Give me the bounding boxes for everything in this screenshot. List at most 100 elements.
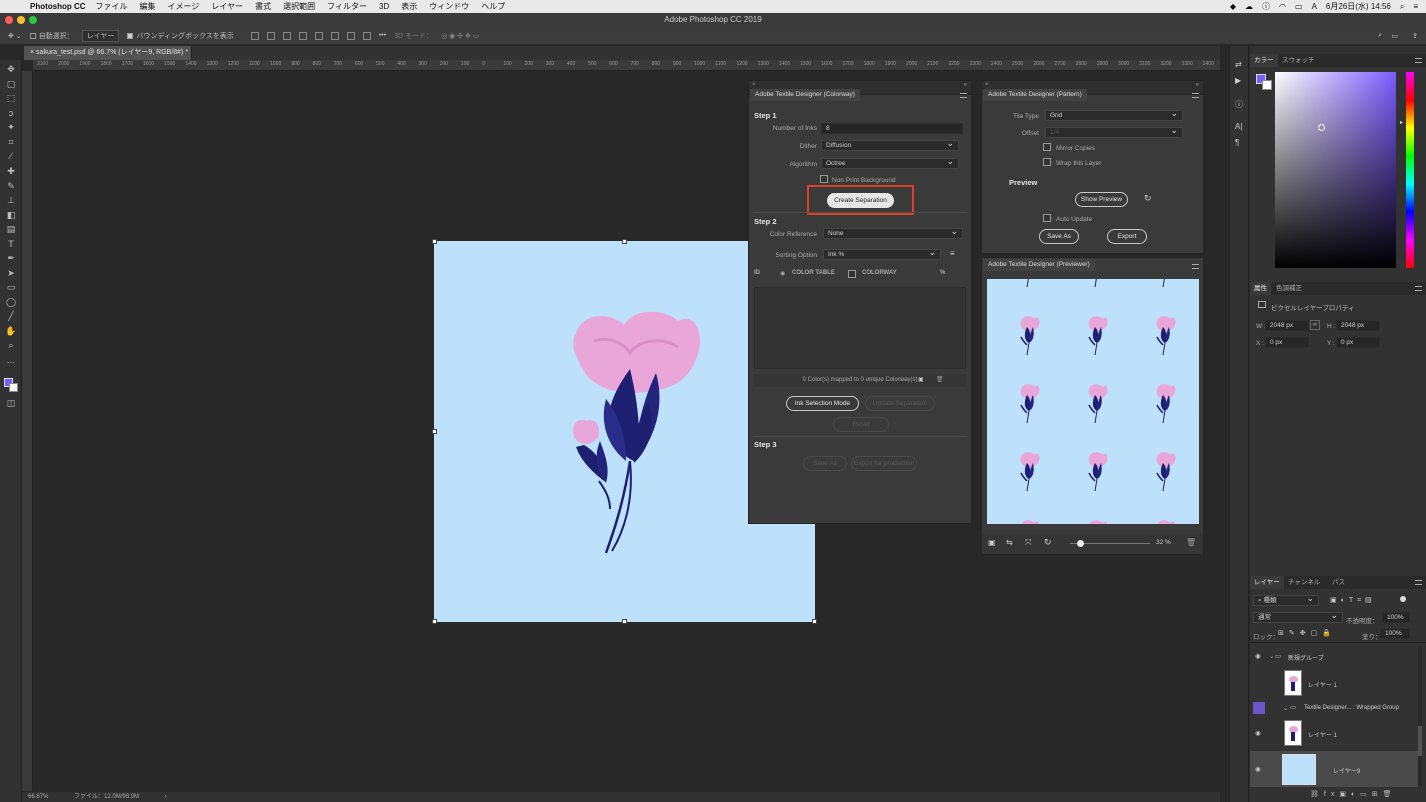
menu-window[interactable]: ウィンドウ — [429, 1, 469, 12]
tab-channels[interactable]: チャンネル — [1284, 576, 1324, 589]
opacity-input[interactable]: 100% — [1382, 612, 1410, 623]
eraser-tool-icon[interactable]: ◧ — [5, 210, 17, 220]
move-tool-icon[interactable]: ✥ ⌄ — [8, 32, 22, 40]
history-icon[interactable]: ⇄ — [1235, 60, 1242, 69]
link-dimensions-icon[interactable]: ∞ — [1310, 320, 1320, 330]
type-tool-icon[interactable]: T — [5, 239, 17, 249]
close-window-icon[interactable] — [5, 16, 13, 24]
clock[interactable]: 6月26日(水) 14:56 — [1326, 1, 1391, 12]
zoom-window-icon[interactable] — [29, 16, 37, 24]
magic-wand-tool-icon[interactable]: ✦ — [5, 122, 17, 132]
pattern-export-button[interactable]: Export — [1107, 229, 1147, 244]
background-color-swatch[interactable] — [9, 383, 18, 392]
hue-slider[interactable] — [1406, 72, 1414, 268]
rectangle-tool-icon[interactable]: ▭ — [5, 282, 17, 292]
reset-button[interactable]: Reset — [833, 417, 889, 432]
input-source-icon[interactable]: A — [1312, 2, 1317, 11]
auto-select-checkbox[interactable] — [29, 32, 36, 39]
color-table-list[interactable] — [754, 287, 966, 369]
update-separation-button[interactable]: Update Separation — [865, 396, 935, 411]
filter-toggle-icon[interactable] — [1400, 596, 1406, 602]
sorting-option-select[interactable]: Ink % — [823, 248, 941, 260]
colorway-checkbox[interactable] — [848, 270, 856, 278]
dropbox-icon[interactable]: ◆ — [1230, 2, 1236, 11]
algorithm-select[interactable]: Octree — [821, 157, 959, 169]
expand-chevron-icon[interactable]: ⌄ — [1283, 704, 1288, 712]
lock-icons[interactable]: ⊞✎✥▢🔒 — [1278, 629, 1336, 637]
collapse-panel-icon[interactable]: « — [1196, 82, 1199, 88]
menu-file[interactable]: ファイル — [96, 1, 128, 12]
height-input[interactable]: 2048 px — [1336, 320, 1380, 331]
align-middle-icon[interactable] — [330, 31, 339, 40]
brush-tool-icon[interactable]: ✎ — [5, 181, 17, 191]
healing-tool-icon[interactable]: ✚ — [5, 166, 17, 176]
close-panel-icon[interactable]: × — [985, 82, 989, 88]
info-icon[interactable]: ⓘ — [1262, 1, 1270, 12]
auto-select-dropdown[interactable]: レイヤー — [81, 29, 120, 42]
close-panel-icon[interactable]: × — [752, 82, 756, 88]
x-input[interactable]: 0 px — [1265, 337, 1309, 348]
menu-select[interactable]: 選択範囲 — [283, 1, 315, 12]
align-bottom-icon[interactable] — [346, 31, 355, 40]
visibility-eye-icon[interactable] — [1253, 702, 1265, 714]
transform-handle[interactable] — [432, 239, 437, 244]
cloud-icon[interactable]: ☁ — [1245, 2, 1253, 11]
panel-menu-icon[interactable] — [1192, 93, 1199, 98]
character-panel-icon[interactable]: A| — [1235, 122, 1242, 131]
info-panel-icon[interactable]: ⓘ — [1235, 99, 1243, 110]
bounding-box-checkbox[interactable] — [127, 32, 134, 39]
fit-screen-icon[interactable]: ⤧ — [1025, 538, 1031, 548]
dither-select[interactable]: Diffusion — [821, 139, 959, 151]
layer-filter-select[interactable]: ⌕ 種類 — [1253, 594, 1319, 606]
mirror-copies-checkbox[interactable] — [1043, 143, 1051, 151]
actions-play-icon[interactable]: ▶ — [1235, 76, 1241, 85]
color-picker-cursor[interactable] — [1318, 124, 1325, 131]
align-center-icon[interactable] — [266, 31, 275, 40]
transform-handle[interactable] — [432, 619, 437, 624]
menu-help[interactable]: ヘルプ — [481, 1, 505, 12]
pattern-panel-title[interactable]: Adobe Textile Designer (Pattern) — [983, 89, 1087, 101]
transform-handle[interactable] — [622, 239, 627, 244]
more-tools-icon[interactable]: … — [5, 355, 17, 365]
transform-handle[interactable] — [812, 619, 817, 624]
layer-name[interactable]: Textile Designer... : Wrapped Group — [1304, 705, 1399, 711]
show-preview-button[interactable]: Show Preview — [1075, 192, 1128, 207]
layers-footer-icons[interactable]: ⛓fx▣◐▭⊞🗑 — [1310, 790, 1397, 798]
zoom-slider-knob[interactable] — [1076, 540, 1084, 547]
bg-color-chip[interactable] — [1262, 80, 1272, 90]
status-menu-arrow-icon[interactable]: › — [165, 794, 167, 800]
app-menu[interactable]: Photoshop CC — [30, 2, 86, 11]
share-icon[interactable]: ⇪ — [1412, 32, 1418, 40]
ellipse-tool-icon[interactable]: ◯ — [5, 297, 17, 307]
num-inks-input[interactable]: 8 — [821, 123, 963, 134]
menu-filter[interactable]: フィルター — [327, 1, 367, 12]
layer-name[interactable]: 新規グループ — [1288, 653, 1324, 662]
layer-row[interactable]: ⌄ ▭ Textile Designer... : Wrapped Group — [1250, 700, 1418, 716]
distribute-icon[interactable] — [362, 31, 371, 40]
document-tab[interactable]: × sakura_test.psd @ 66.7% (レイヤー9, RGB/8#… — [24, 46, 192, 60]
menu-view[interactable]: 表示 — [401, 1, 417, 12]
y-input[interactable]: 0 px — [1336, 337, 1380, 348]
zoom-slider[interactable] — [1070, 540, 1150, 547]
auto-update-checkbox[interactable] — [1043, 214, 1051, 222]
align-left-icon[interactable] — [250, 31, 259, 40]
hand-tool-icon[interactable]: ✋ — [5, 326, 17, 336]
crop-tool-icon[interactable]: ⌗ — [5, 137, 17, 147]
stamp-tool-icon[interactable]: ⊥ — [5, 195, 17, 205]
search-icon[interactable]: ⌕ — [1378, 32, 1382, 40]
tile-type-select[interactable]: Grid — [1045, 109, 1183, 121]
paragraph-panel-icon[interactable]: ¶ — [1235, 138, 1239, 147]
transform-handle[interactable] — [622, 619, 627, 624]
tab-properties[interactable]: 属性 — [1250, 282, 1271, 295]
visibility-eye-icon[interactable]: ◉ — [1255, 652, 1261, 660]
previewer-panel-title[interactable]: Adobe Textile Designer (Previewer) — [983, 259, 1095, 271]
offset-select[interactable]: 1/4 — [1045, 126, 1183, 138]
layers-scrollbar[interactable] — [1418, 646, 1422, 786]
export-production-button[interactable]: Export for production — [851, 456, 917, 471]
notification-center-icon[interactable]: ≡ — [1413, 2, 1418, 11]
delete-icon[interactable]: 🗑 — [1186, 538, 1196, 547]
collapse-panel-icon[interactable]: « — [964, 82, 967, 88]
menu-type[interactable]: 書式 — [255, 1, 271, 12]
layer-name[interactable]: レイヤー9 — [1333, 766, 1360, 775]
expand-chevron-icon[interactable]: ⌄ — [1269, 652, 1274, 660]
